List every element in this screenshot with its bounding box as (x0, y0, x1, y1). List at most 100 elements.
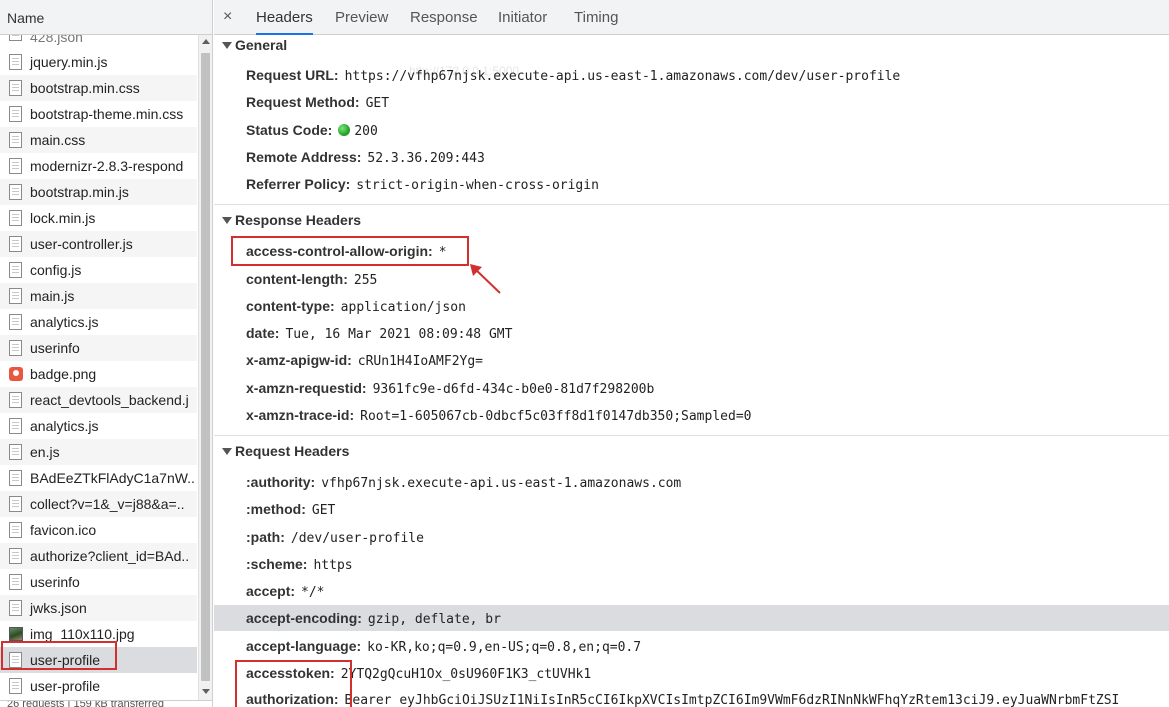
list-item-label: analytics.js (30, 418, 99, 434)
header-value: gzip, deflate, br (367, 612, 501, 627)
scroll-down-icon[interactable] (202, 689, 210, 694)
header-key: :path: (246, 529, 285, 545)
request-details-panel: × Headers Preview Response Initiator Tim… (214, 0, 1169, 707)
list-item-label: config.js (30, 262, 82, 278)
file-icon (9, 106, 22, 122)
file-icon (9, 288, 22, 304)
list-item[interactable]: authorize?client_id=BAd.. (0, 543, 197, 569)
list-item-label: bootstrap.min.css (30, 80, 140, 96)
section-request-headers[interactable]: Request Headers (214, 440, 349, 462)
header-row-accept: accept: */* (246, 578, 325, 604)
list-item[interactable]: config.js (0, 257, 197, 283)
header-value: cRUn1H4IoAMF2Yg= (357, 354, 484, 369)
list-item-label: favicon.ico (30, 522, 97, 538)
tab-timing[interactable]: Timing (574, 0, 618, 35)
list-item[interactable]: main.css (0, 127, 197, 153)
list-item[interactable]: img_110x110.jpg (0, 621, 197, 647)
file-icon (9, 574, 22, 590)
file-icon (9, 600, 22, 616)
list-item[interactable]: lock.min.js (0, 205, 197, 231)
file-icon (9, 496, 22, 512)
scrollbar-thumb[interactable] (201, 53, 210, 681)
header-key: accept: (246, 583, 296, 599)
header-value: 255 (353, 273, 378, 288)
file-icon (9, 262, 22, 278)
file-icon (9, 314, 22, 330)
list-item-label: collect?v=1&_v=j88&a=.. (30, 496, 185, 512)
list-item-label: user-profile (30, 678, 101, 694)
request-list-scrollbar[interactable] (198, 35, 212, 700)
tab-headers[interactable]: Headers (256, 0, 313, 35)
list-item-label: main.js (30, 288, 75, 304)
list-item[interactable]: bootstrap.min.js (0, 179, 197, 205)
list-item-label: userinfo (30, 574, 80, 590)
list-item[interactable]: bootstrap.min.css (0, 75, 197, 101)
header-row-method: :method: GET (246, 496, 335, 522)
scroll-up-icon[interactable] (202, 39, 210, 44)
list-item[interactable]: analytics.js (0, 413, 197, 439)
header-key: Referrer Policy: (246, 176, 351, 192)
header-value: GET (311, 503, 336, 518)
name-column-header[interactable]: Name (0, 0, 212, 35)
header-key: content-length: (246, 271, 348, 287)
header-row-accept-encoding[interactable]: accept-encoding: gzip, deflate, br (246, 605, 501, 631)
list-item-label: en.js (30, 444, 60, 460)
list-item-label: jwks.json (30, 600, 87, 616)
tab-response[interactable]: Response (410, 0, 478, 35)
header-key: accesstoken: (246, 665, 335, 681)
section-general[interactable]: General (214, 34, 287, 56)
details-tabbar: × Headers Preview Response Initiator Tim… (214, 0, 1169, 35)
list-item[interactable]: badge.png (0, 361, 197, 387)
list-item[interactable]: user-profile (0, 647, 197, 673)
header-key: authorization: (246, 691, 339, 707)
list-item-partial[interactable]: 428.json (0, 35, 197, 49)
close-icon[interactable]: × (223, 8, 232, 26)
header-key: :scheme: (246, 556, 308, 572)
list-item[interactable]: user-profile (0, 673, 197, 699)
list-item[interactable]: analytics.js (0, 309, 197, 335)
list-item[interactable]: en.js (0, 439, 197, 465)
collapse-triangle-icon (222, 217, 232, 224)
header-key: accept-encoding: (246, 610, 362, 626)
list-item-label: BAdEeZTkFlAdyC1a7nW.. (30, 470, 195, 486)
list-item[interactable]: main.js (0, 283, 197, 309)
header-row-apigw-id: x-amz-apigw-id: cRUn1H4IoAMF2Yg= (246, 347, 483, 373)
list-item[interactable]: bootstrap-theme.min.css (0, 101, 197, 127)
list-item[interactable]: BAdEeZTkFlAdyC1a7nW.. (0, 465, 197, 491)
file-icon (9, 392, 22, 408)
header-value: * (438, 245, 447, 260)
file-icon (9, 678, 22, 694)
header-row-request-method: Request Method: GET (246, 89, 389, 115)
list-item[interactable]: react_devtools_backend.j (0, 387, 197, 413)
file-icon (9, 158, 22, 174)
header-row-authorization: authorization: Bearer eyJhbGciOiJSUzI1NiI… (246, 686, 1119, 707)
header-key: date: (246, 325, 280, 341)
list-item-label: user-controller.js (30, 236, 133, 252)
list-item-label: user-profile (30, 652, 101, 668)
tab-initiator[interactable]: Initiator (498, 0, 547, 35)
section-response-headers[interactable]: Response Headers (214, 209, 361, 231)
list-item[interactable]: user-controller.js (0, 231, 197, 257)
header-value: application/json (340, 300, 466, 315)
header-row-authority: :authority: vfhp67njsk.execute-api.us-eas… (246, 469, 681, 495)
file-icon (9, 470, 22, 486)
list-item[interactable]: userinfo (0, 569, 197, 595)
list-item[interactable]: jwks.json (0, 595, 197, 621)
list-item-label: badge.png (30, 366, 97, 382)
list-item[interactable]: userinfo (0, 335, 197, 361)
file-icon (9, 132, 22, 148)
list-item[interactable]: modernizr-2.8.3-respond (0, 153, 197, 179)
list-item[interactable]: favicon.ico (0, 517, 197, 543)
list-item[interactable]: jquery.min.js (0, 49, 197, 75)
header-key: :authority: (246, 474, 316, 490)
list-item[interactable]: collect?v=1&_v=j88&a=.. (0, 491, 197, 517)
section-title: Response Headers (235, 212, 362, 228)
list-item-label: 428.json (30, 35, 83, 45)
file-icon (9, 80, 22, 96)
tab-preview[interactable]: Preview (335, 0, 388, 35)
file-icon (9, 35, 22, 41)
header-key: Status Code: (246, 122, 333, 138)
file-icon (9, 184, 22, 200)
file-icon (9, 340, 22, 356)
header-key: x-amz-apigw-id: (246, 352, 352, 368)
